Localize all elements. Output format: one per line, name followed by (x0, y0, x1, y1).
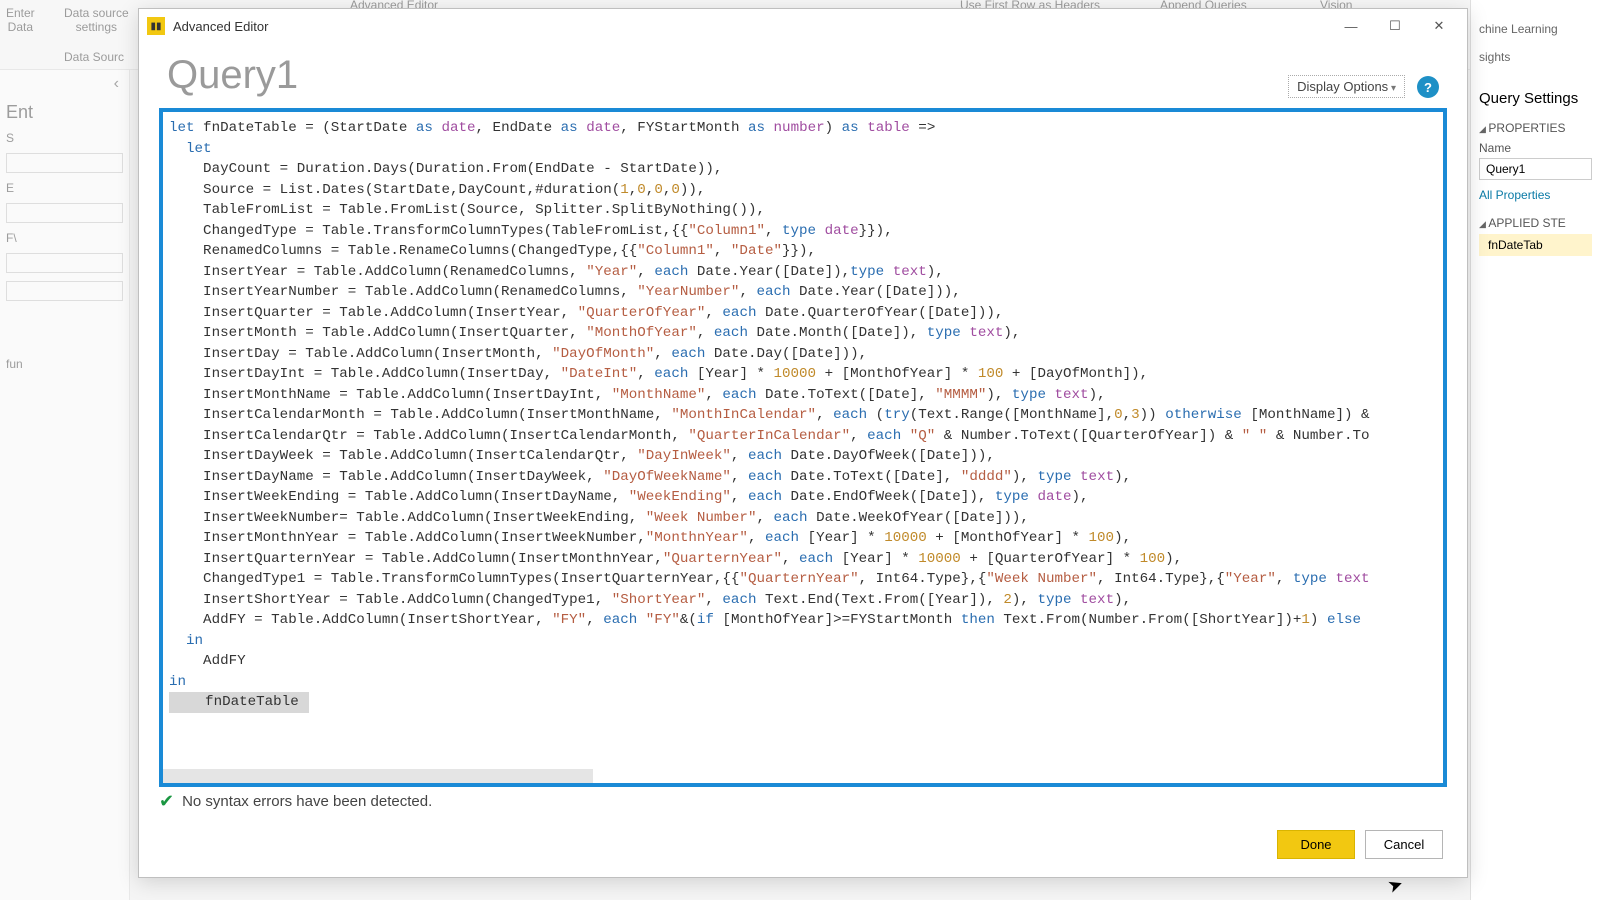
ribbon-data-sources-group: Data Sourc (64, 50, 124, 64)
query-settings-pane: chine Learning sights Query Settings PRO… (1470, 0, 1600, 900)
advanced-editor-window: ▮▮ Advanced Editor — ☐ ✕ Query1 Display … (138, 8, 1468, 878)
query-name-heading: Query1 (167, 53, 1288, 98)
field-s-input (6, 153, 123, 173)
field-fy-label: F\ (6, 231, 123, 245)
enter-data-label: Ent (6, 102, 123, 123)
close-button[interactable]: ✕ (1417, 12, 1461, 40)
ribbon-enter-data: EnterData (6, 6, 35, 34)
ribbon-data-source-settings: Data sourcesettings (64, 6, 129, 34)
field-s-label: S (6, 131, 123, 145)
minimize-button[interactable]: — (1329, 12, 1373, 40)
query-settings-title: Query Settings (1479, 90, 1592, 107)
cancel-button[interactable]: Cancel (1365, 830, 1443, 859)
maximize-button[interactable]: ☐ (1373, 12, 1417, 40)
ml-group-label: chine Learning (1479, 22, 1558, 36)
function-label: fun (6, 357, 123, 371)
window-title: Advanced Editor (173, 19, 268, 34)
checkmark-icon: ✔ (159, 791, 174, 812)
help-button[interactable]: ? (1417, 76, 1439, 98)
applied-steps-section: APPLIED STE (1479, 216, 1592, 230)
window-titlebar[interactable]: ▮▮ Advanced Editor — ☐ ✕ (139, 9, 1467, 43)
name-label: Name (1479, 141, 1592, 155)
done-button[interactable]: Done (1277, 830, 1355, 859)
all-properties-link[interactable]: All Properties (1479, 188, 1592, 202)
queries-pane: ‹ Ent S E F\ fun (0, 70, 130, 900)
properties-section: PROPERTIES (1479, 121, 1592, 135)
applied-step-item[interactable]: fnDateTab (1479, 234, 1592, 256)
display-options-dropdown[interactable]: Display Options (1288, 75, 1405, 98)
field-fy-input (6, 253, 123, 273)
field-e-label: E (6, 181, 123, 195)
horizontal-scrollbar[interactable] (163, 769, 593, 783)
insights-group-label: sights (1479, 50, 1510, 64)
field-extra-input (6, 281, 123, 301)
syntax-status-text: No syntax errors have been detected. (182, 793, 432, 810)
field-e-input (6, 203, 123, 223)
code-editor[interactable]: let fnDateTable = (StartDate as date, En… (163, 112, 1443, 783)
collapse-chevron-icon: ‹ (114, 75, 119, 93)
query-name-input[interactable]: Query1 (1479, 158, 1592, 180)
code-editor-frame: let fnDateTable = (StartDate as date, En… (159, 108, 1447, 787)
powerbi-icon: ▮▮ (147, 17, 165, 35)
